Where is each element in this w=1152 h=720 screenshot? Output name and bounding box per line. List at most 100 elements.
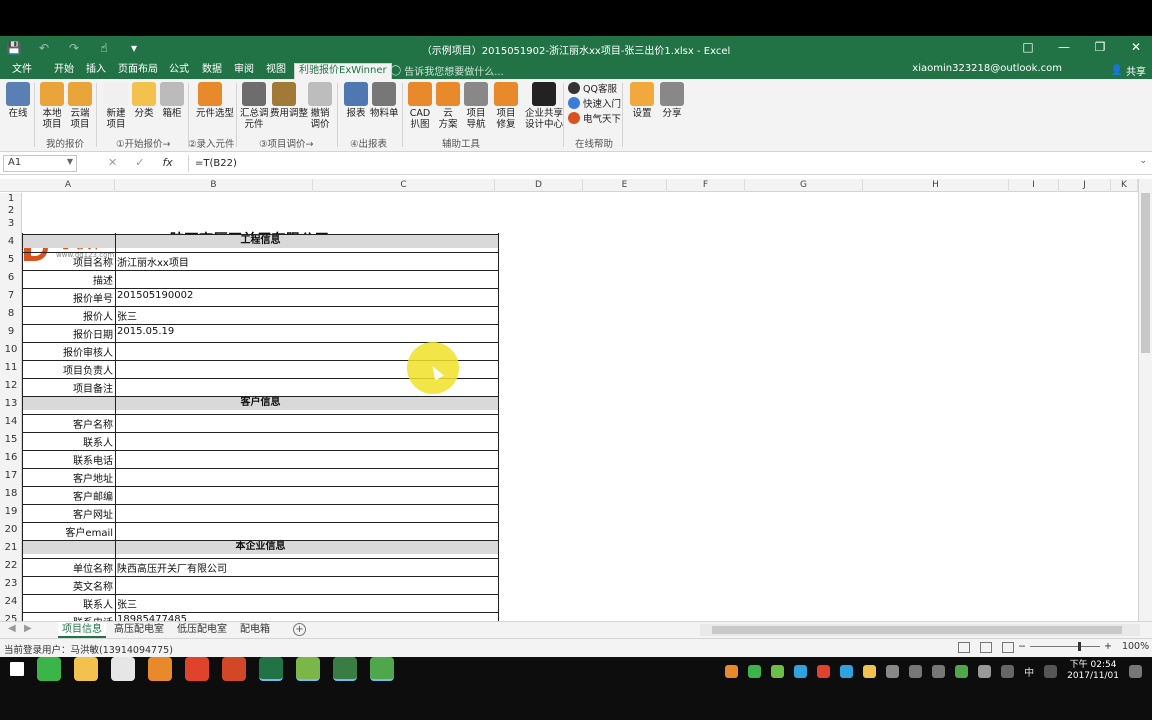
cancel-icon[interactable]: ✕: [108, 156, 117, 169]
zoom-percent[interactable]: 100%: [1122, 641, 1149, 652]
tell-me-box[interactable]: ◯ 告诉我您想要做什么...: [390, 63, 504, 78]
tab-view[interactable]: 视图: [262, 63, 290, 79]
row-header[interactable]: 9: [0, 326, 21, 338]
sheet-tab-distribution-box[interactable]: 配电箱: [236, 622, 274, 638]
green-plus-icon[interactable]: [296, 657, 320, 681]
sheet-tab-lv-room[interactable]: 低压配电室: [173, 622, 231, 638]
zoom-slider[interactable]: [1029, 642, 1100, 651]
tab-home[interactable]: 开始: [50, 63, 78, 79]
row-header[interactable]: 18: [0, 488, 21, 500]
sheet-tab-hv-room[interactable]: 高压配电室: [110, 622, 168, 638]
row-header[interactable]: 3: [0, 218, 21, 230]
column-header[interactable]: C: [313, 179, 495, 192]
tab-exwinner[interactable]: 利驰报价ExWinner: [294, 63, 392, 79]
chevron-down-icon[interactable]: ▼: [67, 157, 73, 166]
field-value-cell[interactable]: 浙江丽水xx项目: [117, 254, 189, 269]
add-sheet-icon[interactable]: +: [293, 623, 306, 636]
dq-tray-icon[interactable]: [817, 664, 831, 678]
scroll-thumb[interactable]: [712, 626, 1122, 634]
browser-360-icon[interactable]: [37, 657, 61, 681]
zoom-in-icon[interactable]: +: [1104, 641, 1112, 652]
field-value-cell[interactable]: 201505190002: [117, 290, 193, 301]
excel-icon[interactable]: [259, 657, 283, 681]
ribbon-display-icon[interactable]: □: [1020, 39, 1036, 55]
file-explorer-icon[interactable]: [74, 657, 98, 681]
scroll-thumb[interactable]: [1141, 193, 1150, 353]
exwinner-icon[interactable]: [148, 657, 172, 681]
row-header[interactable]: 17: [0, 470, 21, 482]
zoom-out-icon[interactable]: −: [1018, 641, 1026, 652]
field-value-cell[interactable]: 18985477485: [117, 614, 187, 621]
start-icon[interactable]: [10, 662, 24, 676]
ribbon-button[interactable]: CAD 扒图: [406, 82, 434, 130]
pen-icon[interactable]: [978, 664, 992, 678]
row-header[interactable]: 16: [0, 452, 21, 464]
notification-icon[interactable]: [1129, 664, 1142, 678]
column-header[interactable]: F: [667, 179, 745, 192]
worksheet-grid[interactable]: 电气天下 www.dq123.com 陕西高压开关厂有限公司 工程信息项目名称浙…: [22, 193, 1138, 621]
camtasia-icon[interactable]: [333, 657, 357, 681]
vertical-scrollbar[interactable]: [1138, 179, 1152, 621]
column-header[interactable]: D: [495, 179, 583, 192]
maximize-icon[interactable]: ❐: [1092, 39, 1108, 55]
column-header[interactable]: A: [22, 179, 115, 192]
battery-icon[interactable]: [886, 664, 900, 678]
row-header[interactable]: 19: [0, 506, 21, 518]
sheet-tab-project-info[interactable]: 项目信息: [58, 622, 106, 638]
pinwheel-app-icon[interactable]: [111, 657, 135, 681]
column-header[interactable]: H: [863, 179, 1009, 192]
ribbon-button[interactable]: 本地 项目: [38, 82, 66, 130]
row-header[interactable]: 8: [0, 308, 21, 320]
camtasia-recorder-icon[interactable]: [370, 657, 394, 681]
name-box[interactable]: A1 ▼: [3, 155, 77, 172]
row-header[interactable]: 24: [0, 596, 21, 608]
keyboard-icon[interactable]: [1001, 664, 1015, 678]
chat-tray-icon[interactable]: [840, 664, 854, 678]
ribbon-button[interactable]: 分享: [658, 82, 686, 119]
qq-service-button[interactable]: QQ客服: [568, 81, 617, 95]
security-icon[interactable]: [955, 664, 969, 678]
tab-insert[interactable]: 插入: [82, 63, 110, 79]
close-icon[interactable]: ✕: [1128, 39, 1144, 55]
ribbon-button[interactable]: 企业共享 设计中心: [524, 82, 564, 130]
row-header[interactable]: 1: [0, 193, 21, 205]
row-header[interactable]: 13: [0, 398, 21, 410]
qq-tray-icon[interactable]: [794, 664, 808, 678]
ribbon-button[interactable]: 物料单: [370, 82, 399, 119]
row-header[interactable]: 2: [0, 205, 21, 217]
column-header[interactable]: B: [115, 179, 313, 192]
ribbon-button[interactable]: 新建 项目: [102, 82, 130, 130]
exwinner-tray-icon[interactable]: [725, 664, 739, 678]
plus-tray-icon[interactable]: [863, 664, 877, 678]
prev-sheet-icon[interactable]: ◀: [8, 623, 16, 634]
ribbon-button[interactable]: 汇总调 元件: [240, 82, 269, 130]
tab-file[interactable]: 文件: [8, 63, 36, 79]
minimize-icon[interactable]: —: [1056, 39, 1072, 55]
enter-icon[interactable]: ✓: [135, 156, 144, 169]
expand-formula-icon[interactable]: ⌄: [1139, 156, 1147, 166]
row-header[interactable]: 5: [0, 254, 21, 266]
field-value-cell[interactable]: 张三: [117, 308, 137, 323]
ime-mode-icon[interactable]: [1044, 664, 1058, 678]
row-header[interactable]: 25: [0, 614, 21, 621]
row-header[interactable]: 22: [0, 560, 21, 572]
page-break-view-icon[interactable]: [1002, 642, 1014, 653]
column-header[interactable]: J: [1059, 179, 1111, 192]
ribbon-button[interactable]: 项目 导航: [462, 82, 490, 130]
ribbon-button[interactable]: 元件选型: [196, 82, 234, 119]
ribbon-button[interactable]: 设置: [628, 82, 656, 119]
row-header[interactable]: 7: [0, 290, 21, 302]
ribbon-button[interactable]: 云端 项目: [66, 82, 94, 130]
ribbon-button[interactable]: 在线: [4, 82, 32, 119]
field-value-cell[interactable]: 2015.05.19: [117, 326, 174, 337]
next-sheet-icon[interactable]: ▶: [24, 623, 32, 634]
wifi-icon[interactable]: [909, 664, 923, 678]
ribbon-button[interactable]: 箱柜: [158, 82, 186, 119]
field-value-cell[interactable]: 陕西高压开关厂有限公司: [117, 560, 227, 575]
row-header[interactable]: 6: [0, 272, 21, 284]
field-value-cell[interactable]: 张三: [117, 596, 137, 611]
powerpoint-icon[interactable]: [222, 657, 246, 681]
row-header[interactable]: 11: [0, 362, 21, 374]
column-header[interactable]: G: [745, 179, 863, 192]
ribbon-button[interactable]: 撤销 调价: [306, 82, 334, 130]
